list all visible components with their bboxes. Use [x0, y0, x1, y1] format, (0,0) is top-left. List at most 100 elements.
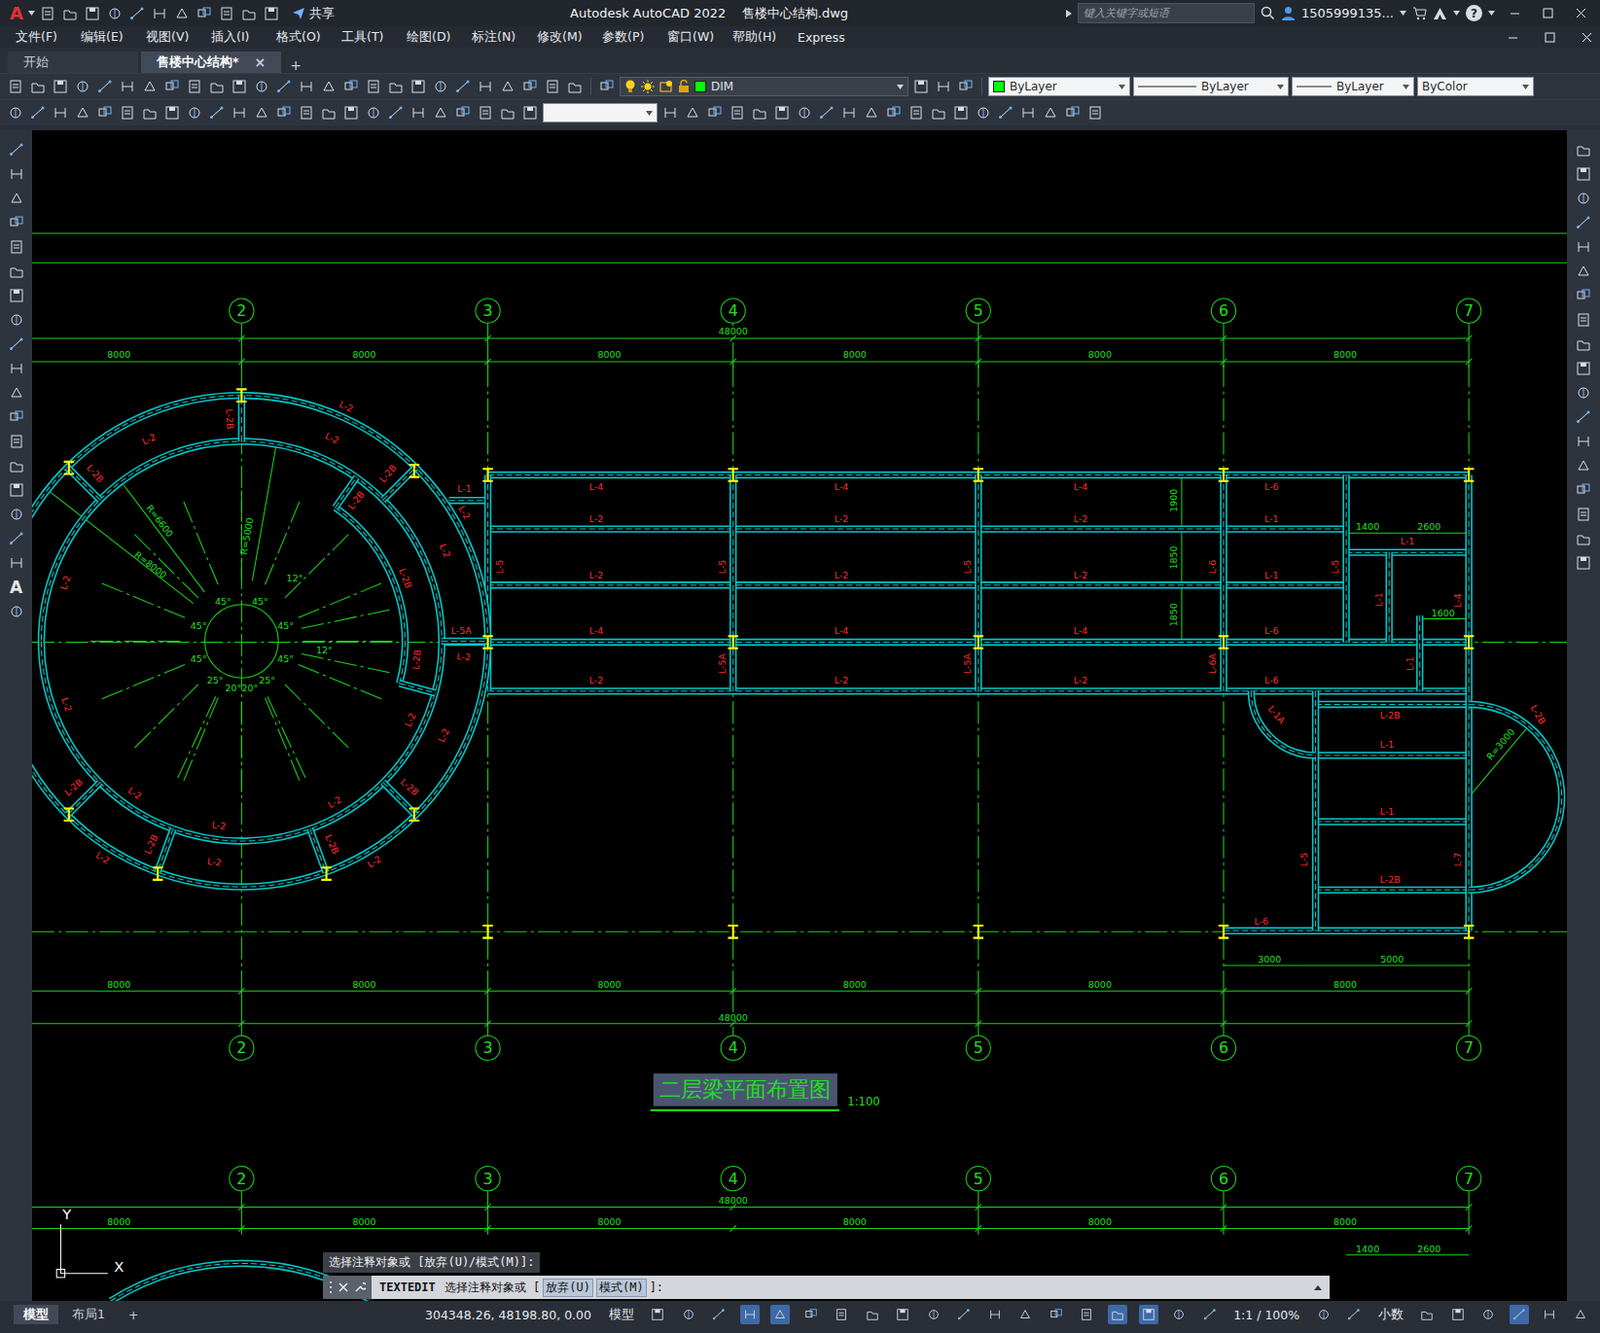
- tool-icon[interactable]: [30, 78, 46, 95]
- model-space[interactable]: 2345672345672345674800080008000800080008…: [32, 130, 1567, 1302]
- tool-icon[interactable]: [119, 105, 136, 121]
- beam[interactable]: [32, 395, 489, 889]
- status-icon[interactable]: [1451, 1308, 1465, 1322]
- tool-icon[interactable]: [908, 105, 925, 121]
- tool-icon[interactable]: [477, 105, 494, 121]
- modify-tool-button[interactable]: [1573, 164, 1594, 184]
- tool-button[interactable]: [162, 103, 182, 123]
- beam[interactable]: [1222, 474, 1224, 691]
- tool-icon[interactable]: [8, 531, 25, 547]
- quick-access-button[interactable]: [82, 3, 103, 24]
- tool-icon[interactable]: [1575, 287, 1592, 304]
- draw-tool-button[interactable]: [6, 188, 27, 209]
- beam[interactable]: [310, 829, 326, 873]
- tool-icon[interactable]: [253, 78, 270, 95]
- menu-item[interactable]: 修改(M): [533, 29, 594, 46]
- drawing-canvas[interactable]: 2345672345672345674800080008000800080008…: [32, 130, 1567, 1302]
- tool-icon[interactable]: [30, 105, 46, 121]
- close-icon[interactable]: [338, 1282, 349, 1293]
- tool-button[interactable]: [319, 76, 339, 97]
- quick-access-icon[interactable]: [241, 5, 257, 22]
- tool-button[interactable]: [229, 76, 249, 97]
- tool-icon[interactable]: [930, 105, 947, 121]
- status-toggle[interactable]: [831, 1305, 852, 1325]
- tool-icon[interactable]: [97, 105, 113, 121]
- search-icon[interactable]: [1260, 5, 1276, 21]
- beam[interactable]: [1468, 704, 1563, 890]
- modify-tool-button[interactable]: [1573, 480, 1594, 500]
- tool-icon[interactable]: [997, 105, 1014, 121]
- status-toggle[interactable]: [740, 1305, 760, 1325]
- beam[interactable]: [399, 683, 436, 694]
- status-icon[interactable]: [804, 1308, 818, 1322]
- layer-dropdown[interactable]: DIM: [619, 76, 909, 97]
- quick-access-icon[interactable]: [218, 5, 235, 22]
- tool-icon[interactable]: [1575, 312, 1592, 328]
- modify-tool-button[interactable]: [1573, 358, 1594, 379]
- tool-button[interactable]: [884, 103, 904, 123]
- tool-button[interactable]: [50, 103, 71, 123]
- tool-icon[interactable]: [975, 105, 992, 121]
- status-toggle[interactable]: [924, 1305, 944, 1325]
- tool-button[interactable]: [341, 76, 361, 97]
- tool-icon[interactable]: [567, 78, 583, 95]
- status-icon[interactable]: [1316, 1308, 1331, 1322]
- tool-icon[interactable]: [1575, 385, 1592, 401]
- menu-item[interactable]: 编辑(E): [76, 29, 138, 46]
- status-toggle[interactable]: [1107, 1305, 1128, 1325]
- tool-icon[interactable]: [751, 105, 768, 121]
- status-icon[interactable]: [1512, 1308, 1527, 1322]
- modify-tool-button[interactable]: [1573, 261, 1594, 282]
- window-button[interactable]: [1500, 7, 1529, 19]
- status-toggle[interactable]: [892, 1305, 913, 1325]
- beam[interactable]: [157, 829, 174, 873]
- quick-access-button[interactable]: [60, 3, 80, 24]
- tool-button[interactable]: [497, 103, 518, 123]
- status-icon[interactable]: [1172, 1308, 1186, 1322]
- tool-icon[interactable]: [186, 105, 203, 121]
- menu-item[interactable]: 视图(V): [142, 29, 203, 46]
- close-icon[interactable]: [1575, 7, 1587, 19]
- beam[interactable]: [441, 640, 488, 642]
- tool-icon[interactable]: [935, 78, 952, 95]
- quick-access-icon[interactable]: [62, 5, 78, 22]
- tool-button[interactable]: [386, 103, 406, 123]
- status-toggle[interactable]: [647, 1305, 668, 1325]
- status-icon[interactable]: [988, 1308, 1002, 1322]
- menu-item[interactable]: 格式(O): [272, 29, 333, 46]
- status-icon[interactable]: [650, 1308, 665, 1322]
- draw-tool-button[interactable]: [6, 456, 27, 476]
- status-toggle[interactable]: [1344, 1305, 1364, 1325]
- draw-tool-button[interactable]: [6, 529, 27, 549]
- quick-access-button[interactable]: [216, 3, 237, 24]
- tool-button[interactable]: [817, 103, 837, 123]
- layer-tool-button[interactable]: [956, 76, 976, 97]
- draw-tool-button[interactable]: [6, 504, 27, 525]
- draw-tool-button[interactable]: [6, 237, 27, 257]
- status-toggle[interactable]: [1539, 1305, 1560, 1325]
- tool-button[interactable]: [794, 103, 815, 123]
- modify-tool-button[interactable]: [1573, 456, 1594, 476]
- status-toggle[interactable]: [1570, 1305, 1591, 1325]
- status-icon[interactable]: [1420, 1308, 1434, 1322]
- tool-button[interactable]: [772, 103, 792, 123]
- tool-button[interactable]: [117, 76, 138, 97]
- tool-icon[interactable]: [432, 78, 449, 95]
- maximize-icon[interactable]: [1542, 7, 1554, 19]
- beam[interactable]: [1315, 889, 1470, 891]
- status-toggle[interactable]: [1509, 1305, 1529, 1325]
- status-toggle[interactable]: [985, 1305, 1005, 1325]
- tool-button[interactable]: [207, 76, 227, 97]
- tool-icon[interactable]: [8, 336, 25, 353]
- tool-icon[interactable]: [432, 105, 449, 121]
- status-toggle[interactable]: [1138, 1305, 1159, 1325]
- tool-icon[interactable]: [477, 78, 494, 95]
- tool-button[interactable]: [140, 103, 160, 123]
- tool-icon[interactable]: [8, 409, 25, 426]
- tool-button[interactable]: [475, 76, 496, 97]
- new-tab-button[interactable]: +: [284, 57, 308, 73]
- tool-icon[interactable]: [8, 312, 25, 328]
- status-toggle[interactable]: [1417, 1305, 1437, 1325]
- draw-tool-button[interactable]: [6, 602, 27, 622]
- beam[interactable]: [488, 584, 1348, 586]
